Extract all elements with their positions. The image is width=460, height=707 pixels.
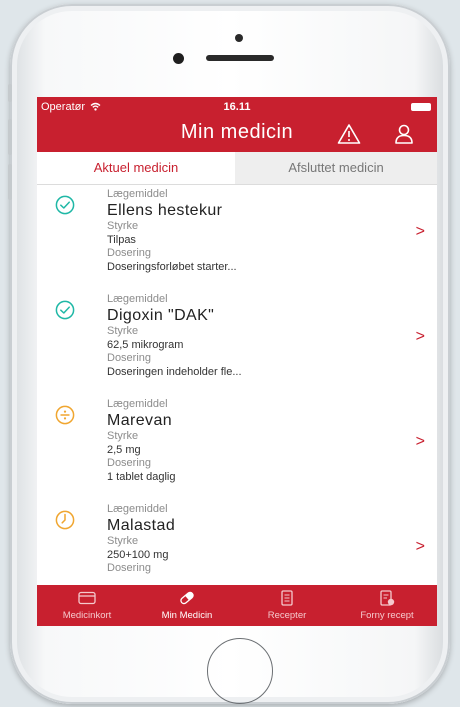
tab-label: Min Medicin: [161, 610, 213, 621]
app-screen: Operatør 16.11 Min medicin Aktuel medici…: [37, 97, 437, 626]
strength-value: 2,5 mg: [107, 444, 141, 456]
volume-down-button: [8, 164, 12, 200]
navigation-bar: Min medicin: [37, 117, 437, 152]
status-bar: Operatør 16.11: [37, 97, 437, 117]
front-camera: [173, 53, 184, 64]
page-title: Min medicin: [180, 121, 294, 143]
bottom-tab-bar: Medicinkort Min Medicin Recepter Forny r…: [37, 585, 437, 626]
tab-medicinkort[interactable]: Medicinkort: [37, 585, 137, 626]
strength-value: Tilpas: [107, 234, 136, 246]
dosage-label: Dosering: [107, 562, 152, 574]
clock-circle-icon: [55, 510, 75, 530]
medication-row[interactable]: Lægemiddel Digoxin "DAK" Styrke 62,5 mik…: [37, 290, 437, 396]
tab-min-medicin[interactable]: Min Medicin: [137, 585, 237, 626]
medication-details: Lægemiddel Ellens hestekur Styrke Tilpas…: [107, 188, 407, 274]
profile-icon[interactable]: [393, 123, 415, 145]
tab-forny-recept[interactable]: Forny recept: [337, 585, 437, 626]
check-circle-icon: [55, 300, 75, 320]
dosage-value: 1 tablet daglig: [107, 471, 176, 483]
check-circle-icon: [55, 195, 75, 215]
medication-row[interactable]: Lægemiddel Malastad Styrke 250+100 mg Do…: [37, 500, 437, 585]
mute-switch: [8, 84, 12, 102]
tab-label: Medicinkort: [62, 610, 112, 621]
pill-icon: [180, 591, 194, 605]
drug-label: Lægemiddel: [107, 293, 168, 305]
strength-label: Styrke: [107, 325, 139, 337]
chevron-right-icon: >: [415, 433, 425, 450]
tab-label: Forny recept: [360, 610, 414, 621]
drug-label: Lægemiddel: [107, 503, 168, 515]
prescription-icon: [281, 590, 293, 606]
tab-recepter[interactable]: Recepter: [237, 585, 337, 626]
medication-row[interactable]: Lægemiddel Marevan Styrke 2,5 mg Doserin…: [37, 395, 437, 501]
tab-ended-medicine[interactable]: Afsluttet medicin: [235, 152, 437, 184]
chevron-right-icon: >: [415, 328, 425, 345]
medication-details: Lægemiddel Marevan Styrke 2,5 mg Doserin…: [107, 398, 407, 484]
chevron-right-icon: >: [415, 223, 425, 240]
volume-up-button: [8, 119, 12, 155]
strength-value: 250+100 mg: [107, 549, 169, 561]
dosage-label: Dosering: [107, 352, 152, 364]
home-button[interactable]: [207, 638, 273, 704]
drug-label: Lægemiddel: [107, 188, 168, 200]
tab-label: Recepter: [267, 610, 307, 621]
divide-circle-icon: [55, 405, 75, 425]
medication-details: Lægemiddel Malastad Styrke 250+100 mg Do…: [107, 503, 407, 575]
strength-label: Styrke: [107, 430, 139, 442]
strength-label: Styrke: [107, 220, 139, 232]
drug-name: Marevan: [107, 412, 173, 429]
strength-value: 62,5 mikrogram: [107, 339, 184, 351]
warning-icon[interactable]: [337, 123, 361, 145]
drug-name: Malastad: [107, 517, 176, 534]
chevron-right-icon: >: [415, 538, 425, 555]
dosage-label: Dosering: [107, 457, 152, 469]
status-time: 16.11: [223, 101, 251, 113]
segment-tabs: Aktuel medicin Afsluttet medicin: [37, 152, 437, 185]
medication-row[interactable]: Lægemiddel Ellens hestekur Styrke Tilpas…: [37, 185, 437, 291]
renew-prescription-icon: [380, 590, 395, 606]
drug-name: Digoxin "DAK": [107, 307, 215, 324]
drug-name: Ellens hestekur: [107, 202, 223, 219]
dosage-label: Dosering: [107, 247, 152, 259]
dosage-value: Doseringsforløbet starter...: [107, 261, 237, 273]
proximity-sensor: [235, 34, 243, 42]
medication-details: Lægemiddel Digoxin "DAK" Styrke 62,5 mik…: [107, 293, 407, 379]
medication-list: Lægemiddel Ellens hestekur Styrke Tilpas…: [37, 185, 437, 585]
earpiece-speaker: [206, 55, 274, 61]
dosage-value: Doseringen indeholder fle...: [107, 366, 242, 378]
battery-icon: [411, 103, 431, 111]
drug-label: Lægemiddel: [107, 398, 168, 410]
tab-current-medicine[interactable]: Aktuel medicin: [37, 152, 235, 184]
card-icon: [78, 591, 96, 605]
strength-label: Styrke: [107, 535, 139, 547]
